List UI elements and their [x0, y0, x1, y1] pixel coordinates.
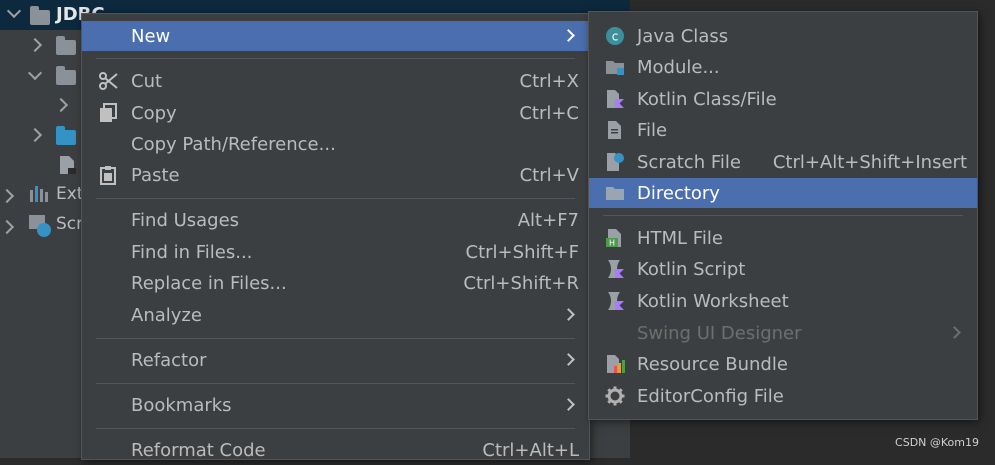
- menu-item-label: Analyze: [131, 305, 202, 326]
- menu-item-copy[interactable]: Copy Ctrl+C: [82, 98, 589, 128]
- submenu-item-editorconfig-file[interactable]: EditorConfig File: [589, 381, 977, 411]
- menu-item-label: Find Usages: [131, 210, 240, 231]
- menu-item-replace-in-files[interactable]: Replace in Files... Ctrl+Shift+R: [82, 268, 589, 298]
- paste-icon: [100, 166, 116, 185]
- tree-item-scratches[interactable]: Scr: [56, 214, 83, 234]
- submenu-item-html-file[interactable]: H HTML File: [589, 223, 977, 253]
- submenu-item-kotlin-class[interactable]: Kotlin Class/File: [589, 84, 977, 114]
- module-folder-icon: [30, 6, 50, 25]
- submenu-item-scratch-file[interactable]: Scratch File Ctrl+Alt+Shift+Insert: [589, 147, 977, 177]
- submenu-item-kotlin-script[interactable]: Kotlin Script: [589, 254, 977, 284]
- menu-item-label: Copy Path/Reference...: [131, 134, 336, 155]
- submenu-item-java-class[interactable]: c Java Class: [589, 21, 977, 51]
- collapse-arrow-icon[interactable]: [0, 219, 15, 235]
- folder-icon: [56, 66, 76, 85]
- svg-text:c: c: [612, 30, 619, 44]
- submenu-item-directory[interactable]: Directory: [589, 178, 977, 208]
- gear-icon: [605, 386, 625, 406]
- menu-item-copy-path[interactable]: Copy Path/Reference...: [82, 129, 589, 159]
- shortcut-label: Ctrl+Shift+F: [465, 242, 579, 263]
- source-folder-icon: [56, 126, 76, 145]
- chevron-right-icon: [562, 308, 575, 321]
- submenu-item-module[interactable]: Module...: [589, 52, 977, 82]
- context-menu: New Cut Ctrl+X Copy Ctrl+C Copy Path/Ref…: [81, 13, 590, 461]
- menu-item-label: HTML File: [637, 228, 723, 249]
- collapse-arrow-icon[interactable]: [0, 188, 15, 204]
- libraries-icon: [30, 186, 48, 202]
- menu-item-label: Paste: [131, 165, 180, 186]
- menu-divider: [96, 338, 575, 339]
- collapse-arrow-icon[interactable]: [27, 37, 43, 53]
- copy-icon: [100, 103, 117, 122]
- menu-item-bookmarks[interactable]: Bookmarks: [82, 390, 589, 420]
- java-class-icon: c: [606, 27, 624, 45]
- submenu-item-resource-bundle[interactable]: Resource Bundle: [589, 349, 977, 379]
- menu-item-label: File: [637, 120, 668, 141]
- chevron-right-icon: [562, 29, 575, 42]
- submenu-item-swing-ui-designer[interactable]: Swing UI Designer: [589, 318, 977, 348]
- menu-item-label: Replace in Files...: [131, 273, 287, 294]
- resource-bundle-icon: [607, 355, 625, 373]
- shortcut-label: Alt+F7: [517, 210, 579, 231]
- kotlin-worksheet-icon: [608, 292, 624, 310]
- menu-item-label: Kotlin Worksheet: [637, 291, 789, 312]
- chevron-right-icon: [562, 353, 575, 366]
- menu-item-label: Cut: [131, 71, 163, 92]
- chevron-right-icon: [562, 398, 575, 411]
- file-icon: [608, 121, 621, 139]
- menu-item-label: Find in Files...: [131, 242, 253, 263]
- file-icon: [60, 156, 76, 174]
- shortcut-label: Ctrl+Alt+Shift+Insert: [772, 152, 967, 173]
- menu-item-label: Scratch File: [637, 152, 741, 173]
- menu-divider: [96, 198, 575, 199]
- scratches-icon: [29, 215, 51, 237]
- directory-icon: [606, 187, 624, 200]
- svg-text:H: H: [609, 239, 615, 248]
- menu-item-label: Refactor: [131, 350, 207, 371]
- menu-item-reformat-code[interactable]: Reformat Code Ctrl+Alt+L: [82, 435, 589, 465]
- menu-item-label: Copy: [131, 103, 177, 124]
- menu-divider: [96, 58, 575, 59]
- menu-item-refactor[interactable]: Refactor: [82, 345, 589, 375]
- menu-divider: [96, 428, 575, 429]
- menu-divider: [603, 215, 963, 216]
- menu-item-label: Module...: [637, 57, 720, 78]
- menu-item-cut[interactable]: Cut Ctrl+X: [82, 66, 589, 96]
- menu-item-find-usages[interactable]: Find Usages Alt+F7: [82, 205, 589, 235]
- submenu-item-kotlin-worksheet[interactable]: Kotlin Worksheet: [589, 286, 977, 316]
- expand-arrow-icon[interactable]: [27, 65, 43, 81]
- menu-item-label: Resource Bundle: [637, 354, 788, 375]
- menu-item-label: Swing UI Designer: [637, 323, 802, 344]
- shortcut-label: Ctrl+C: [519, 103, 579, 124]
- menu-item-label: Directory: [637, 183, 720, 204]
- html-file-icon: H: [606, 229, 621, 248]
- menu-item-label: EditorConfig File: [637, 386, 784, 407]
- kotlin-script-icon: [608, 260, 624, 278]
- watermark: CSDN @Kom19: [895, 436, 979, 449]
- shortcut-label: Ctrl+V: [519, 165, 579, 186]
- shortcut-label: Ctrl+X: [519, 71, 579, 92]
- module-icon: [606, 61, 624, 75]
- chevron-right-icon: [948, 326, 961, 339]
- menu-item-label: Kotlin Script: [637, 259, 746, 280]
- menu-item-label: Kotlin Class/File: [637, 89, 777, 110]
- menu-item-label: Bookmarks: [131, 395, 232, 416]
- menu-item-label: Java Class: [637, 26, 729, 47]
- scratch-file-icon: [607, 153, 624, 171]
- menu-item-paste[interactable]: Paste Ctrl+V: [82, 160, 589, 190]
- kotlin-class-icon: [607, 90, 624, 108]
- menu-item-new[interactable]: New: [82, 21, 589, 51]
- submenu-item-file[interactable]: File: [589, 115, 977, 145]
- scissors-icon: [99, 72, 118, 90]
- menu-item-analyze[interactable]: Analyze: [82, 300, 589, 330]
- collapse-arrow-icon[interactable]: [53, 97, 69, 113]
- menu-item-find-in-files[interactable]: Find in Files... Ctrl+Shift+F: [82, 237, 589, 267]
- menu-divider: [96, 383, 575, 384]
- folder-icon: [56, 36, 76, 55]
- menu-item-label: New: [131, 26, 171, 47]
- collapse-arrow-icon[interactable]: [27, 127, 43, 143]
- tree-item-external-libraries[interactable]: Ext: [56, 184, 83, 204]
- new-submenu: c Java Class Module... Kotlin Class/File…: [588, 11, 978, 420]
- shortcut-label: Ctrl+Shift+R: [463, 273, 579, 294]
